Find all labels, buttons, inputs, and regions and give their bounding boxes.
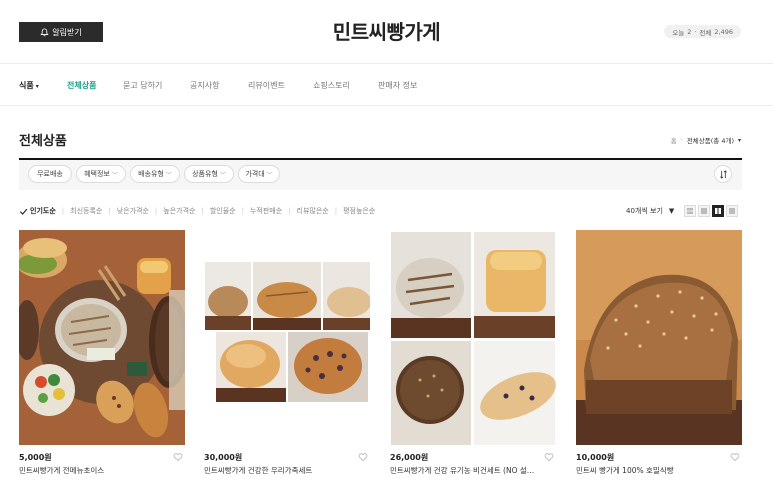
sort-separator: | (288, 207, 291, 215)
filter-chip-delivery-type[interactable]: 배송유형 ﹀ (130, 165, 180, 183)
sort-separator: | (201, 207, 204, 215)
category-nav: 식품 ▾ 전체상품 묻고 답하기 공지사항 리뷰이벤트 쇼핑스토리 판매자 정보 (0, 64, 773, 106)
product-price: 30,000원 (204, 453, 243, 462)
sort-separator: | (108, 207, 111, 215)
product-image[interactable] (19, 230, 185, 445)
nav-item-qna[interactable]: 묻고 답하기 (123, 80, 162, 91)
check-icon (19, 208, 28, 215)
product-price: 10,000원 (576, 453, 615, 462)
per-page-label: 40개씩 보기 (626, 207, 663, 215)
product-price: 26,000원 (390, 453, 429, 462)
sort-rating[interactable]: 평점높은순 (343, 206, 375, 216)
sort-price-low[interactable]: 낮은가격순 (117, 206, 149, 216)
product-name[interactable]: 민트씨빵가게 건강한 우리가족세트 (204, 465, 354, 476)
visit-today-label: 오늘 (672, 28, 685, 37)
product-name[interactable]: 민트씨빵가게 전메뉴초이스 (19, 465, 169, 476)
chevron-down-icon: ﹀ (219, 171, 226, 179)
visit-today: 2 (687, 27, 692, 36)
chevron-down-icon: ﹀ (266, 171, 273, 179)
product-image[interactable] (576, 230, 742, 445)
heart-icon[interactable] (358, 452, 368, 462)
nav-item-all-products[interactable]: 전체상품 (67, 80, 96, 91)
product-name[interactable]: 민트씨 빵가게 100% 호밀식빵 (576, 465, 726, 476)
product-price: 5,000원 (19, 453, 52, 462)
chip-label: 혜택정보 (84, 170, 110, 178)
sort-popular[interactable]: 인기도순 (30, 206, 56, 216)
filter-bar: 무료배송 혜택정보 ﹀ 배송유형 ﹀ 상품유형 ﹀ 가격대 ﹀ (19, 160, 742, 190)
nav-item-label: 식품 (19, 81, 34, 90)
heart-icon[interactable] (173, 452, 183, 462)
dot-separator: · (694, 27, 697, 36)
product-image[interactable] (390, 230, 556, 445)
chip-label: 무료배송 (37, 170, 63, 178)
caret-down-icon: ▼ (668, 207, 675, 215)
rye-bread-image (576, 230, 742, 445)
per-page-select[interactable]: 40개씩 보기 ▼ (626, 206, 674, 216)
view-grid-large-button[interactable] (726, 205, 738, 217)
bread-table-image (19, 230, 185, 445)
product-image[interactable] (204, 230, 370, 445)
bread-collage-image (204, 230, 370, 445)
heart-icon[interactable] (730, 452, 740, 462)
breadcrumb-separator: · (680, 136, 683, 144)
sort-arrows-icon (719, 169, 727, 179)
vegan-bread-set-image (390, 230, 556, 445)
breadcrumb-current[interactable]: 전체상품(총 4개) (687, 135, 734, 145)
visit-total-label: 전체 (699, 28, 712, 37)
visit-counter: 오늘 2 · 전체 2,496 (664, 25, 741, 38)
view-grid-4-button[interactable] (712, 205, 724, 217)
nav-item-notice[interactable]: 공지사항 (190, 80, 219, 91)
caret-down-icon: ▾ (35, 83, 39, 90)
breadcrumb-home[interactable]: 홈 (671, 135, 677, 145)
chip-label: 가격대 (245, 170, 265, 178)
page-title: 전체상품 (19, 134, 67, 149)
sort-options: 인기도순 | 최신등록순 | 낮은가격순 | 높은가격순 | 할인율순 | 누적… (19, 204, 375, 218)
chevron-down-icon: ﹀ (111, 171, 118, 179)
list-icon (687, 208, 693, 214)
sort-separator: | (334, 207, 338, 215)
sort-separator: | (61, 207, 65, 215)
filter-chip-benefits[interactable]: 혜택정보 ﹀ (76, 165, 126, 183)
grid-small-icon (701, 208, 707, 214)
sort-separator: | (154, 207, 158, 215)
grid-large-icon (729, 208, 735, 214)
nav-item-review-event[interactable]: 리뷰이벤트 (248, 80, 285, 91)
grid-4-icon (715, 208, 721, 214)
chip-label: 배송유형 (138, 170, 164, 178)
view-mode-toggle (684, 205, 738, 217)
sort-separator: | (241, 207, 244, 215)
product-name[interactable]: 민트씨빵가게 건강 유기농 비건세트 (NO 설탕 버... (390, 465, 540, 476)
chevron-down-icon: ﹀ (165, 171, 172, 179)
filter-chip-free-shipping[interactable]: 무료배송 (28, 165, 72, 183)
filter-chip-product-type[interactable]: 상품유형 ﹀ (184, 165, 234, 183)
store-title[interactable]: 민트씨빵가게 (0, 16, 773, 45)
chip-label: 상품유형 (192, 170, 218, 178)
store-header: 알림받기 민트씨빵가게 오늘 2 · 전체 2,496 (0, 0, 773, 64)
filter-chip-price-range[interactable]: 가격대 ﹀ (238, 165, 280, 183)
visit-total: 2,496 (714, 27, 733, 36)
caret-down-icon[interactable]: ▾ (738, 137, 741, 144)
filter-reset-button[interactable] (714, 165, 732, 183)
sort-sales[interactable]: 누적판매순 (250, 206, 282, 216)
sort-price-high[interactable]: 높은가격순 (163, 206, 195, 216)
sort-newest[interactable]: 최신등록순 (70, 206, 102, 216)
breadcrumb: 홈 · 전체상품(총 4개) ▾ (671, 135, 741, 145)
heart-icon[interactable] (544, 452, 554, 462)
view-grid-small-button[interactable] (698, 205, 710, 217)
sort-reviews[interactable]: 리뷰많은순 (297, 206, 329, 216)
nav-item-seller-info[interactable]: 판매자 정보 (378, 80, 417, 91)
nav-item-food[interactable]: 식품 ▾ (19, 80, 39, 91)
nav-item-shopping-story[interactable]: 쇼핑스토리 (313, 80, 350, 91)
sort-discount[interactable]: 할인율순 (210, 206, 236, 216)
view-list-button[interactable] (684, 205, 696, 217)
